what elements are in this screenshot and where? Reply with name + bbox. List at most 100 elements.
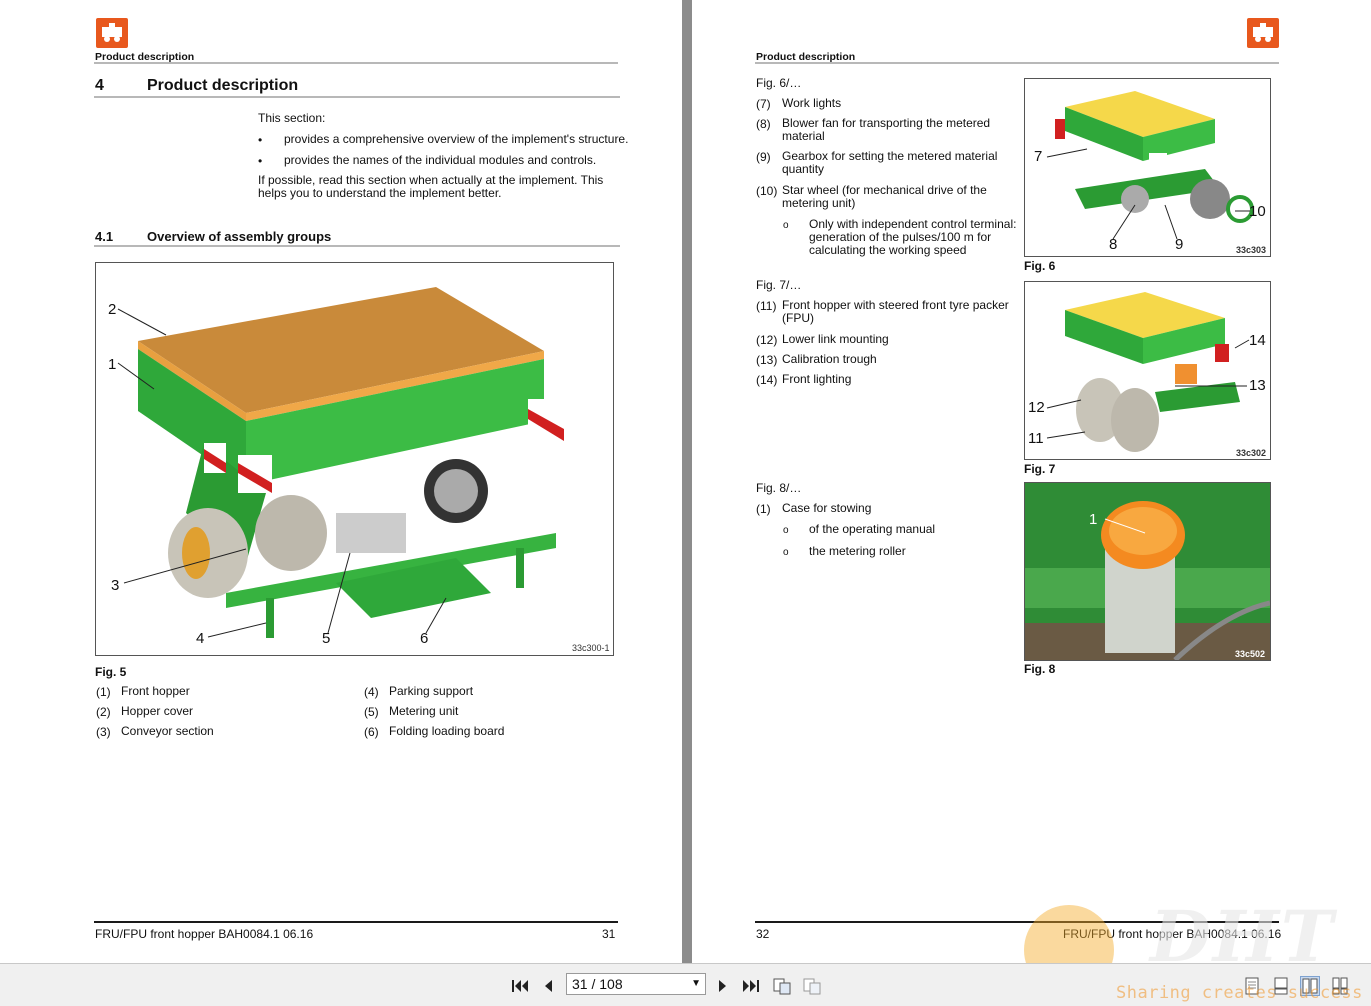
figure-6-illustration: 7 8 9 10 33c303 xyxy=(1024,78,1271,257)
figure-7-illustration: 14 13 12 11 33c302 xyxy=(1024,281,1271,460)
figure-caption: Fig. 5 xyxy=(95,665,127,679)
stowing-case-photo-icon xyxy=(1025,483,1270,660)
page-number: 31 xyxy=(602,927,616,941)
callout-label: 14 xyxy=(1249,332,1266,349)
legend-label: Parking support xyxy=(389,684,474,698)
footer-title: FRU/FPU front hopper BAH0084.1 06.16 xyxy=(95,927,314,941)
legend-number: (10) xyxy=(756,184,778,198)
prev-page-icon[interactable] xyxy=(538,976,558,996)
figure-reference: Fig. 8/… xyxy=(756,481,802,495)
legend-number: (5) xyxy=(364,705,379,719)
legend-number: (14) xyxy=(756,373,778,387)
callout-label: 5 xyxy=(322,630,331,647)
legend-label: Metering unit xyxy=(389,704,459,718)
legend-number: (7) xyxy=(756,97,771,111)
legend-label: Conveyor section xyxy=(121,724,214,738)
bullet-item: provides the names of the individual mod… xyxy=(284,153,597,167)
legend-number: (1) xyxy=(96,685,111,699)
bullet-item: provides a comprehensive overview of the… xyxy=(284,132,629,146)
legend-label-cont: quantity xyxy=(782,162,825,176)
callout-label: 1 xyxy=(1089,511,1098,528)
legend-label: Front hopper with steered front tyre pac… xyxy=(782,298,1009,312)
legend-number: (11) xyxy=(756,299,777,313)
sub-item-line: calculating the working speed xyxy=(809,243,967,257)
machine-illustration-icon xyxy=(117,287,564,638)
figure-caption: Fig. 8 xyxy=(1024,662,1056,676)
hopper-with-tyre-packer-icon xyxy=(1046,292,1250,452)
legend-label: Lower link mounting xyxy=(782,332,889,346)
bullet-marker: • xyxy=(258,133,263,147)
section-title: Product description xyxy=(147,77,299,94)
legend-label-cont: metering unit) xyxy=(782,196,856,210)
callout-label: 1 xyxy=(108,356,117,373)
callout-label: 4 xyxy=(196,630,205,647)
legend-number: (6) xyxy=(364,725,379,739)
section-rule xyxy=(94,96,620,98)
bullet-marker: • xyxy=(258,154,263,168)
figure-code: 33c502 xyxy=(1235,649,1266,659)
legend-number: (12) xyxy=(756,333,778,347)
legend-label: Calibration trough xyxy=(782,352,877,366)
footer-rule xyxy=(94,921,618,923)
brand-logo-icon xyxy=(1247,18,1279,48)
legend-label: Work lights xyxy=(782,96,842,110)
page-number: 32 xyxy=(756,927,770,941)
callout-label: 2 xyxy=(108,301,117,318)
callout-label: 9 xyxy=(1175,236,1184,253)
callout-label: 13 xyxy=(1249,377,1266,394)
figure-caption: Fig. 6 xyxy=(1024,259,1056,273)
section-number: 4 xyxy=(95,77,104,94)
figure-code: 33c302 xyxy=(1236,448,1267,458)
legend-number: (13) xyxy=(756,353,778,367)
legend-number: (2) xyxy=(96,705,111,719)
page-number-select[interactable]: 31 / 108 ▼ xyxy=(566,973,706,995)
header-rule xyxy=(94,62,618,64)
legend-label: Front hopper xyxy=(121,684,190,698)
figure-reference: Fig. 7/… xyxy=(756,278,802,292)
left-document-page: Product description 4 Product descriptio… xyxy=(0,0,682,963)
figure-code: 33c303 xyxy=(1236,245,1267,255)
page-indicator-text: 31 / 108 xyxy=(572,976,623,992)
callout-label: 12 xyxy=(1028,399,1045,416)
callout-label: 8 xyxy=(1109,236,1118,253)
legend-number: (3) xyxy=(96,725,111,739)
legend-number: (9) xyxy=(756,150,771,164)
intro-text: This section: xyxy=(258,111,326,125)
last-page-icon[interactable] xyxy=(741,976,761,996)
callout-label: 7 xyxy=(1034,148,1043,165)
sub-bullet-marker: o xyxy=(783,220,789,231)
watermark-tagline: Sharing creates success xyxy=(1116,983,1363,1003)
callout-label: 11 xyxy=(1028,430,1044,447)
callout-label: 10 xyxy=(1249,203,1266,220)
subsection-rule xyxy=(94,245,620,247)
note-text-line: helps you to understand the implement be… xyxy=(258,186,502,200)
callout-label: 3 xyxy=(111,577,120,594)
legend-label: Hopper cover xyxy=(121,704,194,718)
figure-5-machine-illustration: 2 1 3 4 5 6 33c300-1 xyxy=(95,262,614,656)
figure-caption: Fig. 7 xyxy=(1024,462,1056,476)
copy-view-icon[interactable] xyxy=(802,976,822,996)
subsection-title: Overview of assembly groups xyxy=(147,229,332,244)
sub-item-line: the metering roller xyxy=(809,544,906,558)
figure-code: 33c300-1 xyxy=(572,643,610,653)
legend-label: Case for stowing xyxy=(782,501,872,515)
sub-item-line: of the operating manual xyxy=(809,522,936,536)
legend-label-cont: (FPU) xyxy=(782,311,814,325)
subsection-number: 4.1 xyxy=(95,229,114,244)
legend-label-cont: material xyxy=(782,129,825,143)
hopper-with-star-wheel-icon xyxy=(1046,91,1254,240)
legend-number: (8) xyxy=(756,117,771,131)
callout-label: 6 xyxy=(420,630,429,647)
right-document-page: Product description Fig. 6/… (7) Work li… xyxy=(692,0,1371,963)
legend-number: (1) xyxy=(756,502,771,516)
header-rule xyxy=(755,62,1279,64)
legend-label: Folding loading board xyxy=(389,724,505,738)
legend-number: (4) xyxy=(364,685,379,699)
first-page-icon[interactable] xyxy=(510,976,530,996)
rotate-view-icon[interactable] xyxy=(772,976,792,996)
sub-bullet-marker: o xyxy=(783,525,789,536)
next-page-icon[interactable] xyxy=(713,976,733,996)
brand-logo-icon xyxy=(96,18,128,48)
sub-bullet-marker: o xyxy=(783,547,789,558)
figure-reference: Fig. 6/… xyxy=(756,76,802,90)
